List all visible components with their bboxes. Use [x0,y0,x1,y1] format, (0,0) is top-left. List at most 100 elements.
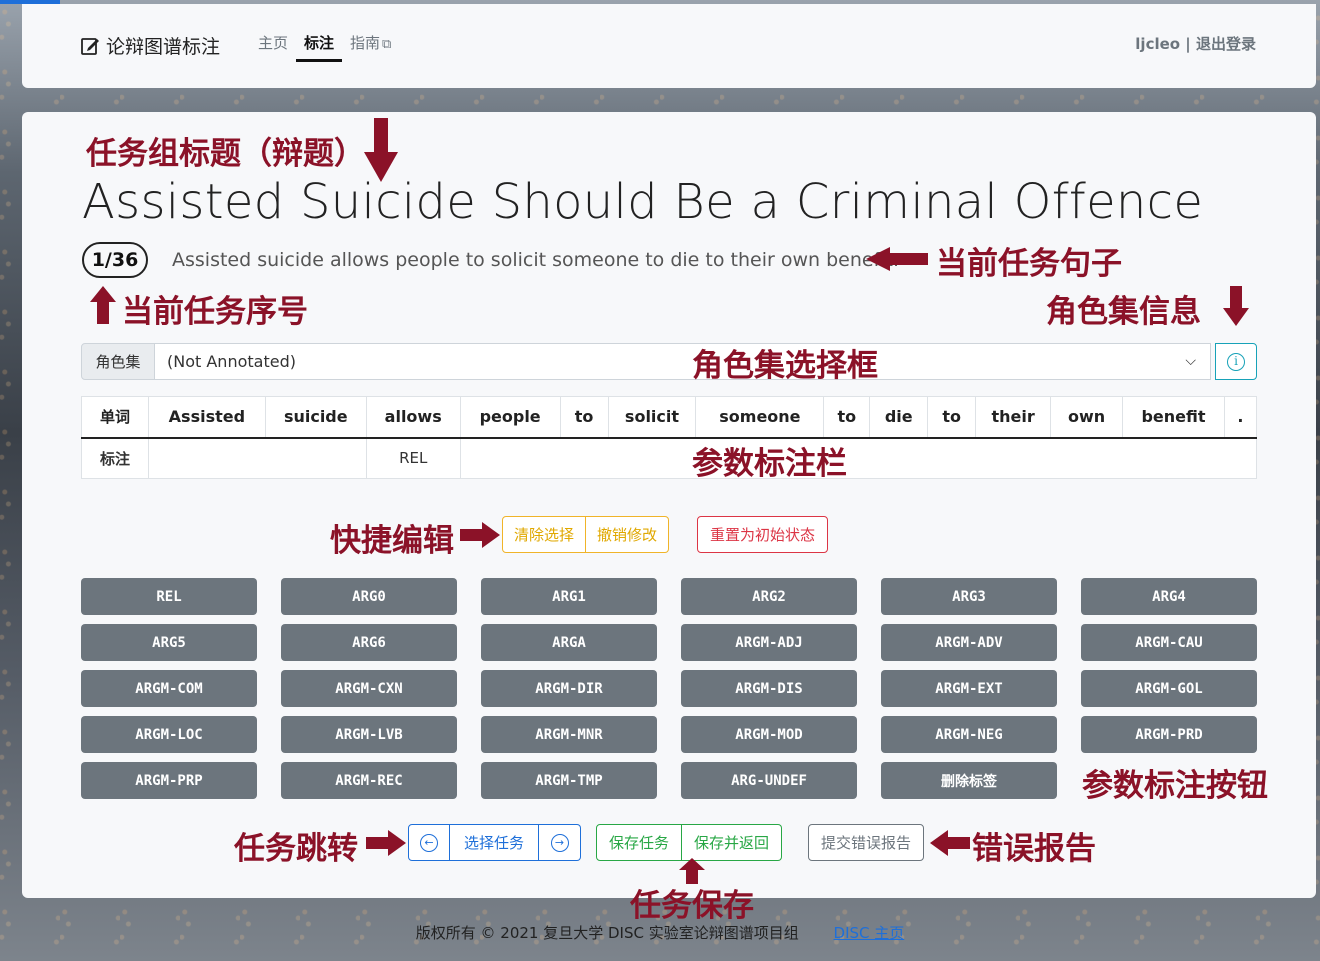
tag-cell[interactable] [459,437,1258,479]
annotation-roleset-info: 角色集信息 [1046,294,1201,330]
tag-row-label: 标注 [81,437,149,479]
arg-button-grid: REL ARG0 ARG1 ARG2 ARG3 ARG4 ARG5 ARG6 ARGA ARGM-… [81,578,1257,799]
word-cell[interactable]: someone [695,396,825,439]
arg-button[interactable]: ARGM-ADJ [681,624,857,661]
arg-button[interactable]: ARG6 [281,624,457,661]
arrow-right-icon [460,522,500,548]
annotation-title: 任务组标题（辩题） [86,136,365,172]
nav-guide-label: 指南 [350,34,381,52]
annotation-index: 当前任务序号 [122,294,308,330]
external-link-icon: ⧉ [382,37,392,52]
roleset-selected: (Not Annotated) [167,352,296,371]
word-cell[interactable]: own [1050,396,1124,439]
word-row: 单词 Assisted suicide allows people to sol… [81,396,1258,439]
tag-cell[interactable] [147,437,367,479]
word-cell[interactable]: solicit [607,396,697,439]
task-index-badge: 1/36 [82,242,148,278]
arg-button[interactable]: ARGM-CXN [281,670,457,707]
arg-button[interactable]: ARGM-DIR [481,670,657,707]
annotation-arg-bar: 参数标注栏 [692,446,847,482]
arg-button[interactable]: ARG1 [481,578,657,615]
arg-button[interactable]: ARG3 [881,578,1057,615]
brand[interactable]: 论辩图谱标注 [80,32,220,59]
nav-guide[interactable]: 指南 ⧉ [342,32,399,62]
word-row-label: 单词 [81,396,149,439]
arg-button[interactable]: ARGA [481,624,657,661]
edit-icon [81,37,99,55]
nav-annotate[interactable]: 标注 [296,32,343,62]
arg-button[interactable]: ARG4 [1081,578,1257,615]
word-cell[interactable]: allows [365,396,461,439]
annotation-arg-buttons: 参数标注按钮 [1082,768,1268,804]
save-task-button[interactable]: 保存任务 [596,824,683,861]
roleset-label: 角色集 [81,343,155,380]
arrow-left-icon [866,247,928,271]
page-title: Assisted Suicide Should Be a Criminal Of… [82,174,1204,230]
arg-button[interactable]: ARG2 [681,578,857,615]
nav-links: 主页 标注 指南 ⧉ [250,32,399,62]
save-group: 保存任务 保存并返回 [596,824,783,861]
roleset-select[interactable]: (Not Annotated) ⌵ [155,343,1211,380]
footer: 版权所有 © 2021 复旦大学 DISC 实验室论辩图谱项目组 DISC 主页 [0,922,1320,943]
arg-button[interactable]: ARGM-MOD [681,716,857,753]
arg-button[interactable]: ARGM-DIS [681,670,857,707]
arrow-right-icon: → [550,833,569,852]
select-task-button[interactable]: 选择任务 [450,824,539,861]
word-cell[interactable]: Assisted [147,396,266,439]
arg-button[interactable]: ARGM-LOC [81,716,257,753]
word-cell[interactable]: to [927,396,977,439]
arg-button[interactable]: ARGM-NEG [881,716,1057,753]
arg-button[interactable]: REL [81,578,257,615]
word-cell[interactable]: their [975,396,1052,439]
quick-edit-group: 清除选择 撤销修改 [502,516,670,553]
arg-button[interactable]: ARGM-PRP [81,762,257,799]
word-cell[interactable]: to [559,396,609,439]
arrow-left-icon [930,830,970,856]
arg-button[interactable]: 删除标签 [881,762,1057,799]
arg-button[interactable]: ARGM-REC [281,762,457,799]
report-error-button[interactable]: 提交错误报告 [808,824,925,861]
chevron-down-icon: ⌵ [1185,353,1196,369]
arg-button[interactable]: ARGM-CAU [1081,624,1257,661]
word-cell[interactable]: people [459,396,561,439]
arg-button[interactable]: ARGM-TMP [481,762,657,799]
undo-button[interactable]: 撤销修改 [586,516,670,553]
clear-selection-button[interactable]: 清除选择 [502,516,587,553]
word-cell[interactable]: . [1223,396,1258,439]
roleset-group: 角色集 (Not Annotated) ⌵ i [81,343,1257,380]
roleset-info-button[interactable]: i [1215,343,1257,380]
arg-button[interactable]: ARGM-EXT [881,670,1057,707]
reset-button[interactable]: 重置为初始状态 [697,516,829,553]
annotation-sentence: 当前任务句子 [936,246,1122,282]
tag-row: 标注 REL [81,437,1258,479]
annotation-error-report: 错误报告 [972,831,1096,867]
word-cell[interactable]: benefit [1122,396,1225,439]
annotation-quick-edit: 快捷编辑 [330,523,454,559]
next-task-button[interactable]: → [539,824,581,861]
nav-home[interactable]: 主页 [250,32,296,62]
arrow-up-icon [90,286,116,324]
annotation-task-save: 任务保存 [630,888,754,924]
word-cell[interactable]: suicide [264,396,367,439]
arg-button[interactable]: ARGM-LVB [281,716,457,753]
tag-cell[interactable]: REL [365,437,461,479]
arg-button[interactable]: ARGM-ADV [881,624,1057,661]
annotation-roleset-select: 角色集选择框 [692,348,878,384]
word-cell[interactable]: die [869,396,929,439]
arg-button[interactable]: ARGM-MNR [481,716,657,753]
prev-task-button[interactable]: ← [408,824,450,861]
arg-button[interactable]: ARGM-PRD [1081,716,1257,753]
info-icon: i [1227,352,1245,371]
word-cell[interactable]: to [823,396,871,439]
annotation-task-jump: 任务跳转 [234,831,358,867]
footer-home-link[interactable]: DISC 主页 [834,924,905,942]
arg-button[interactable]: ARG0 [281,578,457,615]
arg-button[interactable]: ARGM-GOL [1081,670,1257,707]
arrow-down-icon [1223,286,1249,326]
save-return-button[interactable]: 保存并返回 [682,824,783,861]
arg-button[interactable]: ARG5 [81,624,257,661]
user-logout[interactable]: ljcleo | 退出登录 [1135,33,1256,54]
arg-button[interactable]: ARG-UNDEF [681,762,857,799]
arg-button[interactable]: ARGM-COM [81,670,257,707]
task-sentence: Assisted suicide allows people to solici… [172,249,900,271]
